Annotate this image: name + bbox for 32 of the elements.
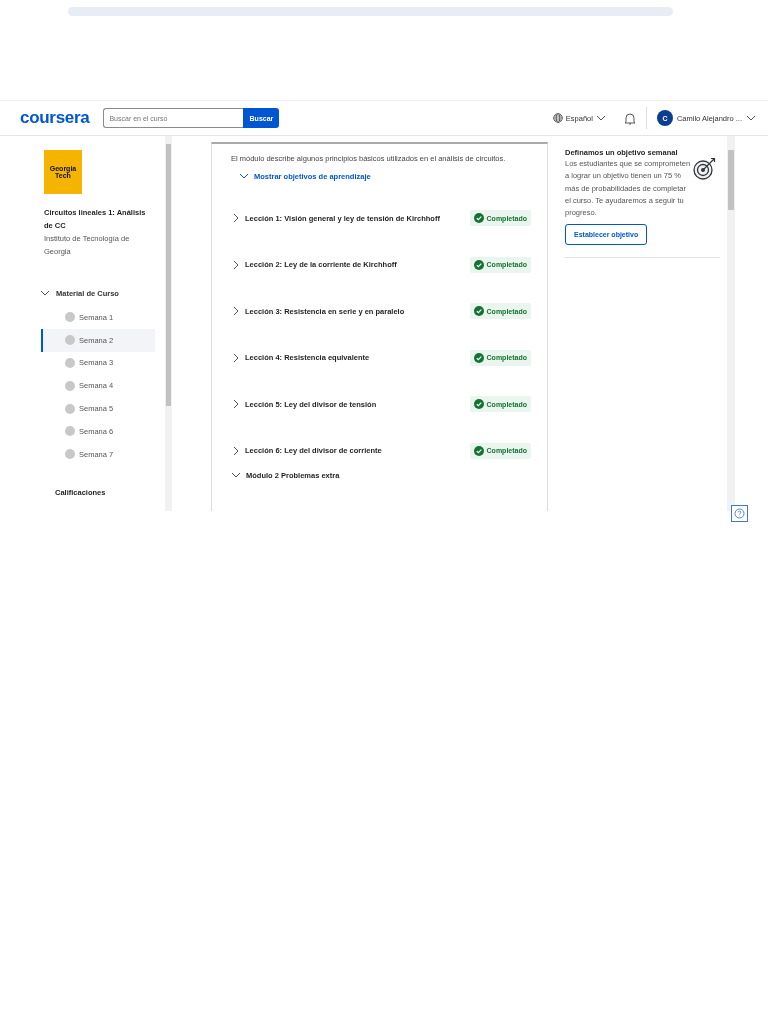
help-icon <box>734 508 745 519</box>
notification-bell-icon[interactable] <box>623 111 636 125</box>
chevron-icon <box>239 171 249 181</box>
chevron-icon <box>231 399 241 410</box>
check-icon <box>473 306 484 317</box>
caret-icon <box>746 113 756 123</box>
scrollbar[interactable] <box>165 136 172 511</box>
target-icon <box>693 156 717 180</box>
caret-icon <box>595 113 606 123</box>
check-icon <box>473 352 484 363</box>
chevron-icon <box>231 470 241 480</box>
progress-dot-icon <box>65 358 75 368</box>
globe-icon <box>552 113 563 123</box>
chevron-icon <box>231 445 241 456</box>
progress-dot-icon <box>65 312 75 323</box>
chevron-icon <box>231 259 241 270</box>
logo[interactable]: coursera <box>20 108 90 128</box>
check-icon <box>473 445 484 456</box>
check-icon <box>473 399 484 410</box>
progress-dot-icon <box>65 426 75 437</box>
scrollbar[interactable] <box>727 136 735 511</box>
progress-dot-icon <box>65 449 75 460</box>
chevron-icon <box>40 288 50 298</box>
chevron-icon <box>231 213 241 224</box>
check-icon <box>473 259 484 270</box>
progress-dot-icon <box>65 335 75 346</box>
progress-dot-icon <box>65 380 75 391</box>
chevron-icon <box>231 352 241 363</box>
chevron-icon <box>231 306 241 317</box>
progress-dot-icon <box>65 403 75 414</box>
check-icon <box>473 213 484 224</box>
help-button[interactable] <box>731 505 748 522</box>
